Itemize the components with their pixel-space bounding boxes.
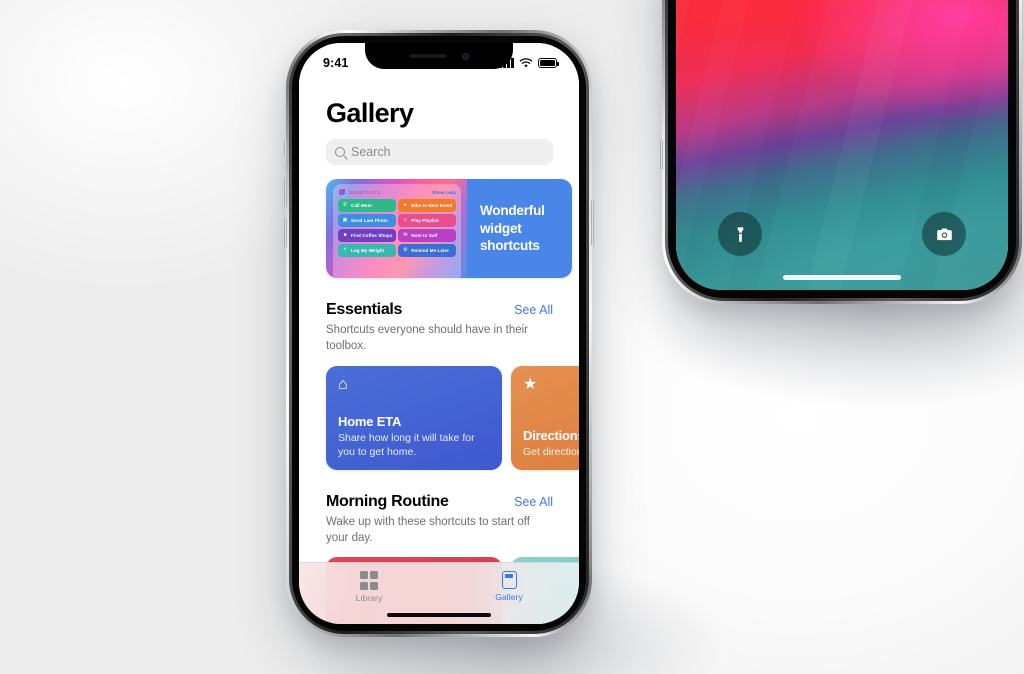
widget-preview: SHORTCUTS Show Less ✆ Call Mom ● Bike to Ne… (326, 179, 467, 278)
star-icon: ★ (523, 375, 538, 393)
shortcut-card-title: Directions to Event (523, 427, 579, 443)
search-icon (335, 147, 345, 157)
camera-icon: ▣ (342, 216, 348, 223)
section-title: Morning Routine (326, 492, 449, 510)
front-camera-icon (461, 52, 469, 60)
widget-card: SHORTCUTS Show Less ✆ Call Mom ● Bike to Ne… (333, 184, 461, 278)
widget-button-label: Call Mom (351, 202, 372, 208)
tab-library-label: Library (355, 592, 383, 603)
gallery-card-icon (501, 571, 517, 589)
widget-button-label: Find Coffee Shops (351, 232, 393, 238)
gear-icon: ⚙ (403, 247, 408, 254)
widget-button-label: Log My Weight (351, 248, 385, 254)
side-power-button[interactable] (591, 200, 594, 246)
music-note-icon: ♫ (403, 216, 408, 223)
status-time: 9:41 (323, 55, 349, 70)
featured-carousel[interactable]: SHORTCUTS Show Less ✆ Call Mom ● Bike to Ne… (299, 179, 579, 278)
battery-full-icon (538, 57, 560, 68)
featured-card[interactable]: SHORTCUTS Show Less ✆ Call Mom ● Bike to Ne… (326, 179, 572, 278)
right-phone (660, 0, 1022, 304)
widget-button[interactable]: ▣ Send Last Photo (338, 214, 396, 227)
earpiece-speaker-icon (409, 54, 446, 58)
card-spacer (523, 399, 579, 428)
featured-caption-text: Wonderful widget shortcuts (480, 202, 545, 254)
section-header: Morning Routine See All (326, 493, 553, 511)
mute-switch[interactable] (284, 140, 287, 157)
widget-button-label: Play Playlist (411, 217, 439, 223)
widget-button[interactable]: ⚙ Remind Me Later (398, 244, 456, 257)
widget-header: SHORTCUTS Show Less (338, 188, 456, 196)
widget-button[interactable]: ● Bike to Next Event (398, 199, 456, 212)
see-all-link[interactable]: See All (514, 303, 553, 317)
widget-show-less-button[interactable]: Show Less (432, 190, 456, 195)
flashlight-button[interactable] (718, 212, 762, 256)
right-phone-screen (676, 0, 1008, 290)
envelope-icon: ✉ (403, 231, 408, 238)
camera-icon (936, 227, 952, 240)
shortcut-card[interactable]: ★ Directions to Event Get directions to ca… (511, 365, 579, 470)
left-phone-home-indicator[interactable] (387, 613, 491, 617)
section-title: Essentials (326, 301, 403, 318)
see-all-link[interactable]: See All (514, 495, 553, 509)
shortcut-card-description: Share how long it will take for you to g… (338, 432, 475, 459)
page-title: Gallery (326, 98, 414, 128)
widget-button[interactable]: ✉ Note to Self (398, 229, 456, 242)
left-phone: 9:41 Gallery Search SHORTCUTS Show Less … (284, 30, 594, 637)
cup-icon: ■ (343, 231, 347, 238)
left-phone-screen: 9:41 Gallery Search SHORTCUTS Show Less … (299, 43, 579, 624)
card-spacer (338, 399, 490, 414)
widget-button[interactable]: ♫ Play Playlist (398, 214, 456, 227)
shortcuts-app: 9:41 Gallery Search SHORTCUTS Show Less … (299, 43, 579, 624)
wifi-icon (519, 57, 533, 67)
search-input[interactable]: Search (326, 139, 553, 165)
featured-caption: Wonderful widget shortcuts (467, 179, 572, 278)
shortcut-card[interactable]: ⌂ Home ETA Share how long it will take for… (326, 365, 502, 470)
widget-button-grid: ✆ Call Mom ● Bike to Next Event ▣ Send Last P… (338, 199, 456, 257)
widget-button-label: Note to Self (411, 232, 438, 238)
home-icon: ⌂ (338, 375, 348, 393)
section-header: Essentials See All (326, 301, 553, 319)
widget-title: SHORTCUTS (349, 189, 381, 195)
shortcut-card-description: Get directions to calendar event. (523, 446, 579, 459)
app-content: Gallery Search SHORTCUTS Show Less ✆ Cal… (299, 76, 579, 624)
phone-icon: ✆ (342, 201, 348, 208)
right-phone-home-indicator[interactable] (783, 275, 901, 280)
widget-button[interactable]: ✆ Call Mom (338, 199, 396, 212)
camera-button[interactable] (922, 212, 966, 256)
widget-button-label: Remind Me Later (411, 248, 450, 254)
section-subtitle: Wake up with these shortcuts to start of… (326, 515, 530, 544)
search-placeholder: Search (351, 145, 391, 159)
notch (365, 43, 513, 69)
flashlight-icon (737, 226, 743, 242)
widget-button-label: Bike to Next Event (411, 202, 453, 208)
lock-screen-actions (676, 212, 1008, 256)
widget-button[interactable]: † Log My Weight (338, 244, 396, 257)
section-subtitle: Shortcuts everyone should have in their … (326, 324, 529, 353)
widget-button-label: Send Last Photo (351, 217, 389, 223)
grid-icon (359, 571, 379, 590)
shortcuts-app-icon (338, 188, 346, 196)
volume-down-button[interactable] (284, 218, 287, 248)
tab-gallery-label: Gallery (495, 592, 523, 602)
section: Essentials See All Shortcuts everyone shou… (299, 278, 579, 470)
right-phone-side-button[interactable] (660, 140, 663, 170)
volume-up-button[interactable] (284, 178, 287, 208)
location-pin-icon: ● (403, 201, 407, 208)
person-icon: † (343, 247, 347, 254)
widget-button[interactable]: ■ Find Coffee Shops (338, 229, 396, 242)
shortcut-card-title: Home ETA (338, 413, 402, 429)
shortcut-card-row[interactable]: ⌂ Home ETA Share how long it will take for… (326, 365, 579, 470)
